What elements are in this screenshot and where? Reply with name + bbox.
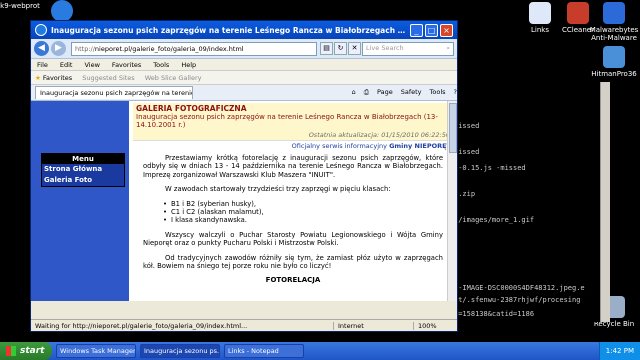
- tools-menu[interactable]: Tools: [430, 88, 446, 97]
- page-menu[interactable]: Page: [377, 88, 393, 97]
- internet-explorer-icon: [51, 0, 73, 22]
- back-button[interactable]: ◀: [34, 41, 49, 56]
- search-placeholder: Live Search: [366, 43, 404, 52]
- compatibility-view-button[interactable]: ▤: [320, 42, 333, 55]
- fotorelacja-heading: FOTORELACJA: [265, 276, 321, 285]
- window-titlebar[interactable]: Inauguracja sezonu psich zaprzęgów na te…: [31, 21, 457, 39]
- internet-explorer-icon: [35, 24, 47, 36]
- star-icon: ★: [35, 73, 41, 82]
- command-bar: ⌂ ⎙ Page Safety Tools ?: [344, 88, 457, 97]
- print-icon[interactable]: ⎙: [364, 88, 369, 97]
- clock[interactable]: 1:42 PM: [606, 347, 634, 355]
- window-title: Inauguracja sezonu psich zaprzęgów na te…: [51, 25, 408, 35]
- desktop-icon-hitmanpro[interactable]: HitmanPro36: [584, 46, 640, 78]
- official-service-line: Oficjalny serwis informacyjny Gminy NIEP…: [135, 142, 451, 150]
- start-button[interactable]: start: [0, 342, 52, 360]
- favorites-label: Favorites: [42, 73, 73, 82]
- safety-menu[interactable]: Safety: [401, 88, 422, 97]
- help-icon[interactable]: ?: [454, 88, 457, 97]
- paragraph-intro: Przestawiamy krótką fotorelację z inaugu…: [143, 154, 443, 179]
- list-item: B1 i B2 (syberian husky),: [163, 200, 443, 208]
- tab-current[interactable]: Inauguracja sezonu psich zaprzęgów na te…: [35, 86, 193, 99]
- classes-list: B1 i B2 (syberian husky), C1 i C2 (alask…: [163, 200, 443, 225]
- address-url: nieporet.pl/galerie_foto/galeria_09/inde…: [94, 44, 244, 53]
- official-name[interactable]: Gminy NIEPORĘT: [389, 142, 451, 150]
- web-slice-gallery-link[interactable]: Web Slice Gallery: [145, 74, 202, 82]
- stop-button[interactable]: ✕: [348, 42, 361, 55]
- malwarebytes-icon: [603, 2, 625, 24]
- security-zone: Internet: [333, 321, 413, 330]
- close-button[interactable]: ×: [440, 23, 453, 37]
- desktop-icon-label: HitmanPro36: [591, 70, 637, 78]
- paragraph-trophies: Wszyscy walczyli o Puchar Starosty Powia…: [143, 230, 443, 248]
- browser-window: Inauguracja sezonu psich zaprzęgów na te…: [30, 20, 458, 332]
- taskbar-button-notepad[interactable]: Links - Notepad: [224, 344, 304, 358]
- notepad-line: y-IMAGE-DSC0000S4DF48312.jpeg.e: [454, 284, 585, 292]
- maximize-button[interactable]: □: [425, 23, 438, 37]
- left-sidebar: Menu Strona Główna Galeria Foto: [31, 101, 129, 301]
- last-updated: Ostatnia aktualizacja: 01/15/2010 06:22:…: [308, 131, 450, 139]
- system-tray: 1:42 PM: [598, 342, 640, 360]
- forward-button[interactable]: ▶: [51, 41, 66, 56]
- menu-edit[interactable]: Edit: [60, 61, 73, 69]
- site-menu: Menu Strona Główna Galeria Foto: [41, 153, 125, 187]
- windows-logo-icon: [6, 346, 16, 356]
- list-item: I klasa skandynawska.: [163, 216, 443, 224]
- menu-file[interactable]: File: [37, 61, 48, 69]
- menu-link-home[interactable]: Strona Główna: [42, 164, 124, 175]
- desktop-icon-label: Malwarebytes Anti-Malware: [589, 26, 639, 42]
- paragraph-wheels: Od tradycyjnych zawodów różniły się tym,…: [143, 253, 443, 271]
- menu-bar: File Edit View Favorites Tools Help: [31, 59, 457, 71]
- background-notepad[interactable]: missed missed e-0.15.js -missed 2.zip l/…: [448, 82, 608, 322]
- refresh-button[interactable]: ↻: [334, 42, 347, 55]
- page-scrollbar[interactable]: [447, 101, 457, 301]
- article: GALERIA FOTOGRAFICZNA Inauguracja sezonu…: [129, 101, 457, 301]
- start-label: start: [20, 346, 45, 356]
- status-bar: Waiting for http://nieporet.pl/galerie_f…: [31, 319, 457, 331]
- taskbar-button-ie[interactable]: Inauguracja sezonu ps...: [140, 344, 220, 358]
- notepad-line: e-0.15.js -missed: [454, 164, 526, 172]
- official-prefix: Oficjalny serwis informacyjny: [291, 142, 387, 150]
- home-icon[interactable]: ⌂: [352, 88, 356, 97]
- favorites-bar: ★ Favorites Suggested Sites Web Slice Ga…: [31, 71, 457, 85]
- taskbar: start Windows Task Manager Inauguracja s…: [0, 342, 640, 360]
- suggested-sites-link[interactable]: Suggested Sites: [82, 74, 135, 82]
- menu-tools[interactable]: Tools: [153, 61, 169, 69]
- article-header: GALERIA FOTOGRAFICZNA Inauguracja sezonu…: [133, 103, 453, 141]
- site-menu-header: Menu: [42, 154, 124, 164]
- tab-bar: Inauguracja sezonu psich zaprzęgów na te…: [31, 85, 457, 101]
- menu-view[interactable]: View: [84, 61, 99, 69]
- notepad-line: d=158138&catid=1186: [454, 310, 535, 318]
- notepad-line: l/images/more_1.gif: [454, 216, 535, 224]
- page-content: Menu Strona Główna Galeria Foto GALERIA …: [31, 101, 457, 301]
- page-title: GALERIA FOTOGRAFICZNA: [136, 104, 247, 113]
- list-item: C1 i C2 (alaskan malamut),: [163, 208, 443, 216]
- zoom-level[interactable]: 100%: [413, 321, 453, 330]
- address-bar[interactable]: http://nieporet.pl/galerie_foto/galeria_…: [71, 41, 317, 56]
- hitmanpro-icon: [603, 46, 625, 68]
- taskbar-button-task-manager[interactable]: Windows Task Manager: [56, 344, 136, 358]
- search-input[interactable]: Live Search ⌕: [362, 41, 454, 56]
- page-subtitle: Inauguracja sezonu psich zaprzęgów na te…: [136, 113, 438, 129]
- favorites-button[interactable]: ★ Favorites: [35, 74, 72, 82]
- paragraph-classes: W zawodach startowały trzydzieści trzy z…: [165, 185, 391, 194]
- address-prefix: http://: [75, 44, 95, 53]
- desktop-icon-malwarebytes[interactable]: Malwarebytes Anti-Malware: [584, 2, 640, 42]
- menu-link-gallery[interactable]: Galeria Foto: [42, 175, 124, 186]
- status-text: Waiting for http://nieporet.pl/galerie_f…: [35, 321, 248, 330]
- navigation-bar: ◀ ▶ http://nieporet.pl/galerie_foto/gale…: [31, 39, 457, 59]
- menu-favorites[interactable]: Favorites: [112, 61, 141, 69]
- notepad-line: rt/.sfenwu-2387rhjwf/procesing: [454, 296, 581, 304]
- menu-help[interactable]: Help: [181, 61, 196, 69]
- search-icon[interactable]: ⌕: [446, 44, 450, 54]
- scrollbar-thumb[interactable]: [449, 103, 457, 153]
- minimize-button[interactable]: _: [410, 23, 423, 37]
- notepad-scrollbar[interactable]: [600, 82, 610, 322]
